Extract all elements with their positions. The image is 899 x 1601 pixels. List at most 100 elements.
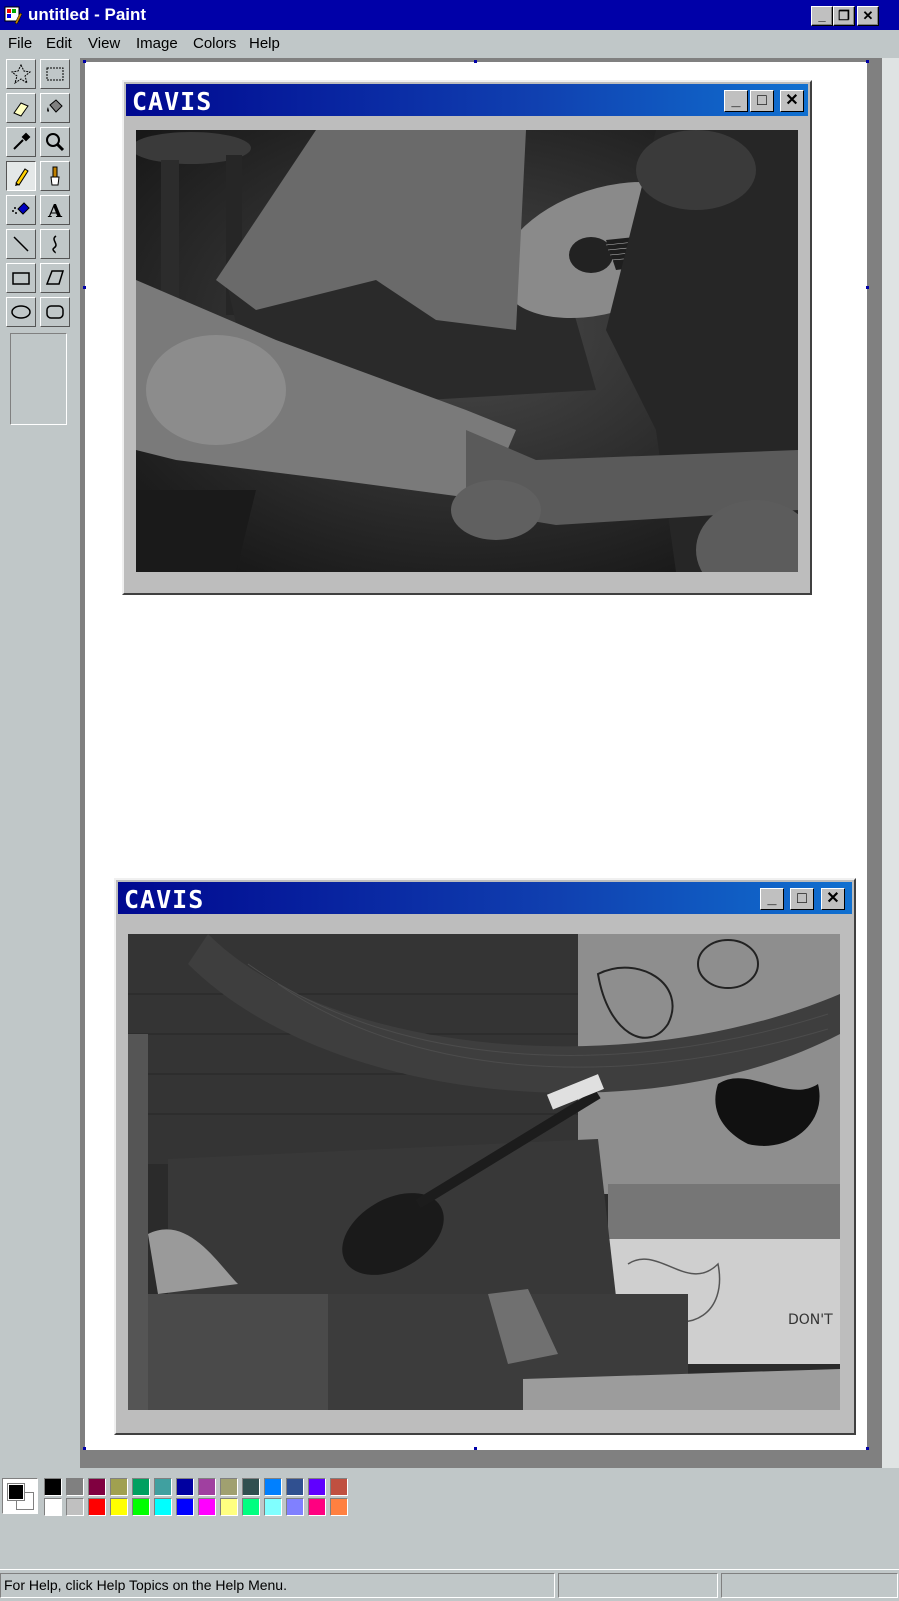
close-glyph: ✕: [785, 92, 799, 109]
palette-swatch[interactable]: [220, 1478, 238, 1496]
menu-help[interactable]: Help: [249, 35, 280, 52]
canvas-handle-top-left[interactable]: [83, 60, 86, 63]
minimize-icon: _: [818, 8, 826, 23]
palette-swatch[interactable]: [308, 1478, 326, 1496]
rectangle-icon[interactable]: [6, 263, 36, 293]
palette-swatch[interactable]: [264, 1498, 282, 1516]
cavis-1-maximize-icon[interactable]: □: [750, 90, 774, 112]
palette-swatch[interactable]: [132, 1478, 150, 1496]
menu-view[interactable]: View: [88, 35, 120, 52]
maximize-glyph: □: [757, 92, 767, 109]
minimize-glyph: _: [731, 92, 741, 109]
rounded-rectangle-icon[interactable]: [40, 297, 70, 327]
palette-swatch[interactable]: [66, 1498, 84, 1516]
magnifier-icon[interactable]: [40, 127, 70, 157]
close-icon: ✕: [862, 8, 874, 23]
pencil-icon[interactable]: [6, 161, 36, 191]
palette-swatch[interactable]: [220, 1498, 238, 1516]
cavis-2-close-icon[interactable]: ✕: [821, 888, 845, 910]
cavis-1-close-icon[interactable]: ✕: [780, 90, 804, 112]
foreground-color-swatch: [7, 1483, 25, 1501]
curve-icon[interactable]: [40, 229, 70, 259]
vertical-scrollbar[interactable]: [882, 58, 899, 1468]
text-icon[interactable]: A: [40, 195, 70, 225]
palette-swatch[interactable]: [66, 1478, 84, 1496]
palette-swatch[interactable]: [308, 1498, 326, 1516]
tool-options-panel[interactable]: [10, 333, 67, 425]
palette-swatch[interactable]: [198, 1498, 216, 1516]
maximize-glyph: □: [797, 890, 807, 907]
palette-swatch[interactable]: [198, 1478, 216, 1496]
canvas-handle-bottom[interactable]: [474, 1447, 477, 1450]
ellipse-icon[interactable]: [6, 297, 36, 327]
polygon-icon[interactable]: [40, 263, 70, 293]
palette-swatch[interactable]: [110, 1498, 128, 1516]
airbrush-icon[interactable]: [6, 195, 36, 225]
drawing-canvas[interactable]: CAVIS _ □ ✕ CAVIS _ □ ✕ DON'T: [83, 60, 869, 1450]
brush-icon[interactable]: [40, 161, 70, 191]
palette-swatch[interactable]: [330, 1498, 348, 1516]
palette-swatch[interactable]: [242, 1498, 260, 1516]
palette-swatch[interactable]: [110, 1478, 128, 1496]
cavis-window-2: CAVIS _ □ ✕ DON'T: [114, 878, 856, 1435]
close-button[interactable]: ✕: [857, 6, 879, 26]
canvas-handle-bottom-right[interactable]: [866, 1447, 869, 1450]
rect-select-icon[interactable]: [40, 59, 70, 89]
canvas-area: CAVIS _ □ ✕ CAVIS _ □ ✕ DON'T: [80, 58, 882, 1468]
restore-button[interactable]: ❐: [833, 6, 855, 26]
cavis-window-2-title: CAVIS: [124, 885, 205, 914]
canvas-handle-bottom-left[interactable]: [83, 1447, 86, 1450]
palette-swatch[interactable]: [176, 1498, 194, 1516]
canvas-handle-top[interactable]: [474, 60, 477, 63]
palette-swatch[interactable]: [330, 1478, 348, 1496]
status-bar: For Help, click Help Topics on the Help …: [0, 1569, 899, 1601]
line-icon[interactable]: [6, 229, 36, 259]
title-bar: untitled - Paint _ ❐ ✕: [0, 0, 899, 30]
menu-edit[interactable]: Edit: [46, 35, 72, 52]
palette-swatch[interactable]: [154, 1478, 172, 1496]
free-form-select-icon[interactable]: [6, 59, 36, 89]
status-coordinates: [558, 1573, 718, 1598]
cavis-window-1-titlebar: CAVIS _ □ ✕: [126, 84, 808, 116]
menu-bar: File Edit View Image Colors Help: [0, 30, 899, 59]
graffiti-dont-text: DON'T: [788, 1312, 833, 1328]
palette-swatch[interactable]: [176, 1478, 194, 1496]
cavis-window-2-titlebar: CAVIS _ □ ✕: [118, 882, 852, 914]
palette-swatch[interactable]: [88, 1498, 106, 1516]
cavis-window-1-photo: [136, 130, 798, 572]
palette-swatch[interactable]: [132, 1498, 150, 1516]
canvas-handle-right[interactable]: [866, 286, 869, 289]
toolbox: A: [0, 58, 80, 1468]
current-colors-indicator[interactable]: [2, 1478, 38, 1514]
status-help-text: For Help, click Help Topics on the Help …: [0, 1573, 555, 1598]
fill-icon[interactable]: [40, 93, 70, 123]
palette-swatch[interactable]: [286, 1478, 304, 1496]
minimize-glyph: _: [767, 890, 777, 907]
palette-swatch[interactable]: [154, 1498, 172, 1516]
color-picker-icon[interactable]: [6, 127, 36, 157]
cavis-window-1-title: CAVIS: [132, 87, 213, 116]
restore-icon: ❐: [838, 8, 850, 23]
palette-swatch[interactable]: [286, 1498, 304, 1516]
palette-swatch[interactable]: [242, 1478, 260, 1496]
cavis-2-maximize-icon[interactable]: □: [790, 888, 814, 910]
cavis-2-minimize-icon[interactable]: _: [760, 888, 784, 910]
svg-text:A: A: [47, 201, 63, 221]
cavis-1-minimize-icon[interactable]: _: [724, 90, 748, 112]
palette-swatch[interactable]: [44, 1478, 62, 1496]
paint-app-icon[interactable]: [3, 5, 23, 25]
menu-file[interactable]: File: [8, 35, 32, 52]
palette-swatch[interactable]: [88, 1478, 106, 1496]
color-palette: [0, 1468, 899, 1538]
menu-image[interactable]: Image: [136, 35, 178, 52]
canvas-handle-left[interactable]: [83, 286, 86, 289]
status-size: [721, 1573, 898, 1598]
palette-swatch[interactable]: [44, 1498, 62, 1516]
cavis-window-1: CAVIS _ □ ✕: [122, 80, 812, 595]
menu-colors[interactable]: Colors: [193, 35, 236, 52]
minimize-button[interactable]: _: [811, 6, 833, 26]
palette-swatch[interactable]: [264, 1478, 282, 1496]
canvas-handle-top-right[interactable]: [866, 60, 869, 63]
cavis-window-2-photo: DON'T: [128, 934, 840, 1410]
eraser-icon[interactable]: [6, 93, 36, 123]
